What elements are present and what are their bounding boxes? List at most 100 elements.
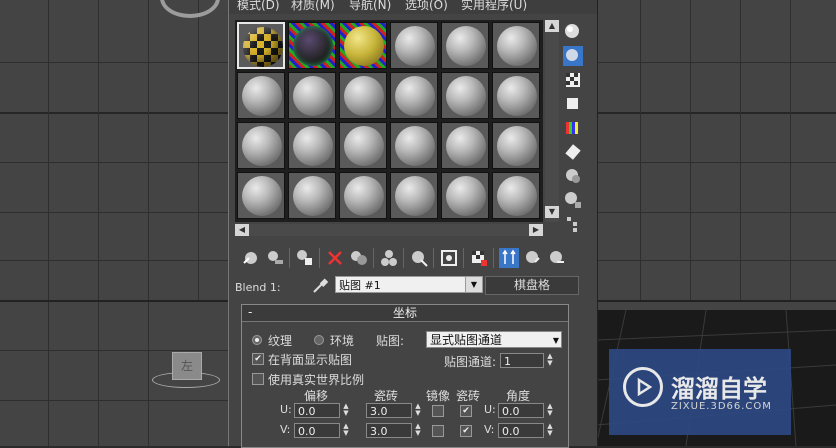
material-slot[interactable] [441,172,489,219]
backlight-icon[interactable] [563,46,583,66]
slot-vertical-scrollbar[interactable]: ▲ ▼ [545,20,559,222]
scroll-left-arrow[interactable]: ◀ [235,224,249,236]
grid-line [48,302,49,446]
copy-material-icon[interactable] [349,248,369,268]
map-type-button[interactable]: 棋盘格 [485,276,579,295]
select-by-material-icon[interactable] [563,190,583,210]
radio-environment[interactable] [314,335,324,345]
show-back-checkbox[interactable]: ✔ [252,353,264,365]
material-sphere [446,126,486,166]
material-slot[interactable] [441,22,489,69]
background-checker-icon[interactable] [563,70,583,90]
material-slot[interactable] [390,172,438,219]
menu-utilities[interactable]: 实用程序(U) [461,0,527,12]
u-angle-spinner[interactable]: 0.0 ▲ ▼ [498,403,553,418]
material-slot[interactable] [237,22,285,69]
menu-mode[interactable]: 模式(D) [237,0,280,12]
get-material-icon[interactable] [241,248,261,268]
slot-horizontal-scrollbar[interactable]: ◀ ▶ [235,224,543,236]
u-tile-checkbox[interactable]: ✔ [460,405,472,417]
menu-material[interactable]: 材质(M) [291,0,335,12]
map-name-value: 贴图 #1 [339,279,381,292]
material-slot[interactable] [237,122,285,169]
spinner-arrows-icon[interactable]: ▲ ▼ [413,403,423,418]
menu-navigation[interactable]: 导航(N) [349,0,391,12]
spinner-arrows-icon[interactable]: ▲ ▼ [413,423,423,438]
material-slot[interactable] [237,72,285,119]
material-slot[interactable] [288,22,336,69]
rollout-header[interactable]: 坐标 - [242,305,568,322]
u-offset-spinner[interactable]: 0.0 ▲ ▼ [294,403,349,418]
material-slot[interactable] [441,72,489,119]
scroll-up-arrow[interactable]: ▲ [545,20,559,32]
v-tile-checkbox[interactable]: ✔ [460,425,472,437]
material-slot[interactable] [237,172,285,219]
spinner-arrows-icon[interactable]: ▲ ▼ [341,403,351,418]
material-toolbar [235,246,585,270]
map-channel-spinner[interactable]: 1 ▲ ▼ [500,353,553,368]
real-world-checkbox[interactable] [252,373,264,385]
material-slot[interactable] [441,122,489,169]
v-angle-spinner[interactable]: 0.0 ▲ ▼ [498,423,553,438]
go-forward-to-sibling-icon[interactable] [547,248,567,268]
v-angle-label: V: [484,423,495,436]
make-unique-icon[interactable] [379,248,399,268]
material-slot[interactable] [390,22,438,69]
grid-line [0,162,228,163]
map-name-field[interactable]: 贴图 #1 ▼ [335,276,483,293]
material-slot[interactable] [492,122,540,169]
spinner-arrows-icon[interactable]: ▲ ▼ [341,423,351,438]
put-material-icon[interactable] [265,248,285,268]
grid-line [0,112,228,114]
video-color-check-icon[interactable] [563,118,583,138]
assign-material-icon[interactable] [295,248,315,268]
grid-line [596,212,836,213]
grid-line [98,302,99,446]
sample-uv-tiling-icon[interactable] [563,94,583,114]
viewcube-ring[interactable] [160,0,220,18]
material-slot[interactable] [492,22,540,69]
options-icon[interactable] [563,166,583,186]
show-end-result-icon[interactable] [499,248,519,268]
v-mirror-checkbox[interactable] [432,425,444,437]
material-slot[interactable] [492,72,540,119]
v-tiling-spinner[interactable]: 3.0 ▲ ▼ [366,423,421,438]
reset-map-icon[interactable] [325,248,345,268]
material-slot[interactable] [390,122,438,169]
viewcube-left-face[interactable]: 左 [172,352,202,380]
material-slot[interactable] [288,122,336,169]
u-mirror-checkbox[interactable] [432,405,444,417]
material-slot[interactable] [339,72,387,119]
scroll-down-arrow[interactable]: ▼ [545,206,559,218]
material-navigator-icon[interactable] [563,214,583,234]
put-to-library-icon[interactable] [409,248,429,268]
u-tiling-spinner[interactable]: 3.0 ▲ ▼ [366,403,421,418]
make-preview-icon[interactable] [563,142,583,162]
spinner-arrows-icon[interactable]: ▲ ▼ [545,353,555,368]
material-slot[interactable] [492,172,540,219]
material-slot[interactable] [288,72,336,119]
radio-texture[interactable] [252,335,262,345]
collapse-icon[interactable]: - [248,305,252,319]
show-map-in-viewport-icon[interactable] [469,248,489,268]
menu-options[interactable]: 选项(O) [405,0,448,12]
eyedropper-icon[interactable] [311,277,329,295]
chevron-down-icon[interactable]: ▼ [465,277,482,292]
spinner-arrows-icon[interactable]: ▲ ▼ [545,403,555,418]
go-to-parent-icon[interactable] [523,248,543,268]
spinner-arrows-icon[interactable]: ▲ ▼ [545,423,555,438]
material-slot[interactable] [288,172,336,219]
material-slot[interactable] [390,72,438,119]
material-sphere [242,176,282,216]
sample-type-icon[interactable] [563,22,583,42]
material-slot[interactable] [339,172,387,219]
material-id-channel-icon[interactable] [439,248,459,268]
scroll-right-arrow[interactable]: ▶ [529,224,543,236]
material-slot[interactable] [339,122,387,169]
material-sphere [395,176,435,216]
material-slot[interactable] [339,22,387,69]
mapping-select[interactable]: 显式贴图通道 ▼ [426,331,562,348]
material-sphere [242,126,282,166]
v-offset-spinner[interactable]: 0.0 ▲ ▼ [294,423,349,438]
material-sphere [497,76,537,116]
